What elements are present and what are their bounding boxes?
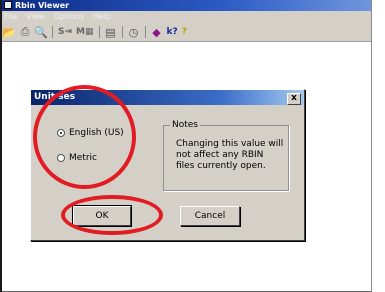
app-titlebar: Rbin Viewer: [2, 0, 371, 11]
grid-icon[interactable]: M▦: [75, 26, 94, 39]
cancel-button[interactable]: Cancel: [180, 206, 240, 226]
print-preview-icon[interactable]: 🔍: [34, 26, 48, 39]
toolbar-separator: [121, 26, 123, 38]
menu-bar: File View Options Help: [2, 11, 115, 23]
toolbar: 📂 ⎙ 🔍 S⇥ M▦ ▤ ◷ ◆ k? ?: [2, 24, 188, 40]
shift-left-icon[interactable]: S⇥: [57, 26, 73, 39]
highlight-circle-ok: [61, 195, 163, 235]
menu-options[interactable]: Options: [53, 12, 84, 21]
whats-this-icon[interactable]: k?: [166, 26, 179, 39]
notes-text: Changing this value will not affect any …: [176, 139, 284, 171]
menu-file[interactable]: File: [4, 12, 17, 21]
print-icon[interactable]: ⎙: [18, 25, 32, 39]
notes-legend: Notes: [170, 120, 200, 130]
toolbar-separator: [52, 26, 53, 38]
app-icon: [4, 1, 12, 9]
help-icon[interactable]: ?: [181, 26, 188, 39]
diamond-icon[interactable]: ◆: [150, 26, 164, 39]
table-icon[interactable]: ▤: [104, 26, 118, 39]
app-title: Rbin Viewer: [15, 1, 70, 10]
toolbar-separator: [98, 26, 100, 38]
open-folder-icon[interactable]: 📂: [2, 26, 16, 39]
clock-icon[interactable]: ◷: [127, 26, 141, 39]
menu-view[interactable]: View: [26, 12, 45, 21]
notes-group: Notes Changing this value will not affec…: [163, 120, 289, 191]
toolbar-separator: [144, 26, 146, 38]
highlight-circle-units: [33, 85, 136, 189]
menu-toolbar-area: File View Options Help 📂 ⎙ 🔍 S⇥ M▦ ▤ ◷ ◆…: [2, 11, 371, 42]
menu-help[interactable]: Help: [93, 12, 111, 21]
close-icon[interactable]: x: [287, 93, 301, 105]
